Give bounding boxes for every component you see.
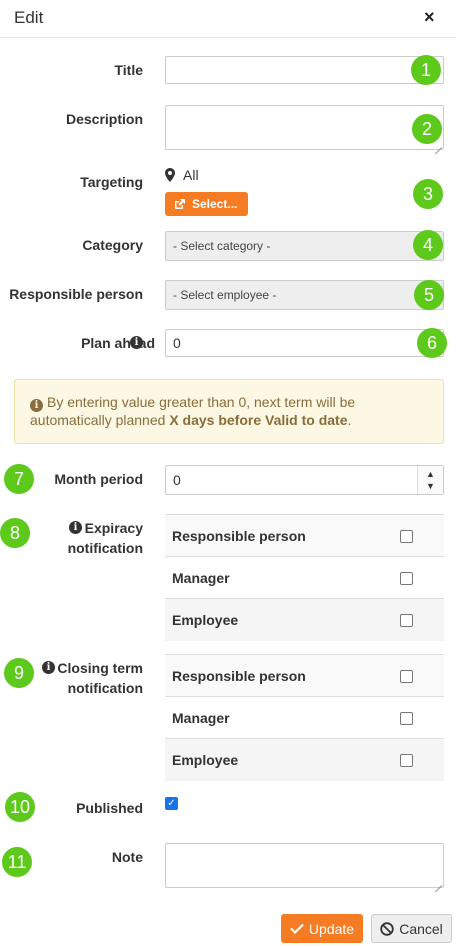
info-alert: i By entering value greater than 0, next … bbox=[14, 379, 444, 444]
targeting-value: All bbox=[165, 167, 199, 183]
responsible-select[interactable]: - Select employee - bbox=[165, 280, 444, 310]
targeting-select-button[interactable]: Select... bbox=[165, 192, 248, 216]
month-period-label: Month period bbox=[54, 471, 143, 487]
table-row: Responsible person bbox=[165, 655, 444, 697]
update-label: Update bbox=[308, 920, 355, 937]
alert-text-end: . bbox=[347, 412, 352, 428]
step-badge-10: 10 bbox=[5, 792, 35, 822]
close-icon[interactable]: × bbox=[424, 7, 435, 28]
title-label: Title bbox=[114, 62, 143, 78]
closing-manager-checkbox[interactable] bbox=[400, 712, 413, 725]
expiracy-label-line1: Expiracy bbox=[84, 520, 143, 536]
cancel-label: Cancel bbox=[399, 920, 443, 937]
expiracy-manager-checkbox[interactable] bbox=[400, 572, 413, 585]
row-label: Responsible person bbox=[172, 527, 306, 544]
published-checkbox[interactable]: ✓ bbox=[165, 797, 178, 810]
targeting-label: Targeting bbox=[80, 174, 143, 190]
table-row: Manager bbox=[165, 697, 444, 739]
row-label: Manager bbox=[172, 569, 230, 586]
expiracy-label-line2: notification bbox=[67, 540, 143, 556]
step-badge-1: 1 bbox=[411, 55, 441, 85]
description-label: Description bbox=[65, 111, 143, 127]
check-icon bbox=[290, 923, 304, 934]
description-textarea[interactable] bbox=[165, 105, 444, 150]
table-row: Manager bbox=[165, 557, 444, 599]
row-label: Employee bbox=[172, 752, 239, 768]
targeting-select-label: Select... bbox=[192, 197, 238, 211]
external-link-icon bbox=[175, 199, 185, 209]
number-spinner[interactable]: ▲ ▼ bbox=[417, 466, 443, 494]
expiracy-employee-checkbox[interactable] bbox=[400, 614, 413, 627]
cancel-button[interactable]: Cancel bbox=[371, 914, 452, 943]
alert-bold-text: X days before Valid to date bbox=[169, 412, 348, 428]
closing-responsible-checkbox[interactable] bbox=[400, 670, 413, 683]
responsible-label: Responsible person bbox=[9, 286, 143, 302]
closing-label-line1: Closing term bbox=[57, 660, 143, 676]
category-select[interactable]: - Select category - bbox=[165, 231, 444, 261]
step-badge-7: 7 bbox=[4, 464, 34, 494]
info-icon[interactable]: i bbox=[42, 661, 55, 674]
note-label: Note bbox=[111, 849, 143, 865]
update-button[interactable]: Update bbox=[281, 914, 363, 943]
table-row: Responsible person bbox=[165, 515, 444, 557]
expiracy-notification-table: Responsible person Manager Employee bbox=[165, 514, 444, 641]
month-period-input[interactable]: 0 ▲ ▼ bbox=[165, 465, 444, 495]
closing-notification-table: Responsible person Manager Employee bbox=[165, 654, 444, 781]
closing-label-line2: notification bbox=[67, 680, 143, 696]
step-badge-9: 9 bbox=[4, 658, 34, 688]
plan-ahead-input[interactable]: 0 bbox=[165, 329, 444, 357]
table-row: Employee bbox=[165, 739, 444, 781]
resize-handle-icon[interactable] bbox=[435, 879, 442, 886]
info-icon[interactable]: i bbox=[130, 336, 143, 349]
map-marker-icon bbox=[165, 168, 175, 182]
row-label: Manager bbox=[172, 709, 230, 726]
resize-handle-icon[interactable] bbox=[435, 141, 442, 148]
row-label: Employee bbox=[172, 612, 239, 628]
ban-icon bbox=[380, 921, 394, 936]
published-label: Published bbox=[76, 800, 143, 816]
info-icon[interactable]: i bbox=[69, 521, 82, 534]
note-textarea[interactable] bbox=[165, 843, 444, 888]
step-badge-5: 5 bbox=[414, 280, 444, 310]
month-period-value: 0 bbox=[173, 472, 181, 488]
step-badge-3: 3 bbox=[413, 179, 443, 209]
closing-employee-checkbox[interactable] bbox=[400, 754, 413, 767]
expiracy-responsible-checkbox[interactable] bbox=[400, 530, 413, 543]
step-badge-8: 8 bbox=[0, 518, 30, 548]
table-row: Employee bbox=[165, 599, 444, 641]
plan-ahead-label: Plan ahead bbox=[81, 335, 155, 351]
row-label: Responsible person bbox=[172, 667, 306, 684]
category-label: Category bbox=[82, 237, 143, 253]
step-badge-4: 4 bbox=[413, 230, 443, 260]
modal-header: Edit × bbox=[0, 0, 456, 38]
modal-title: Edit bbox=[14, 8, 44, 27]
spin-down-icon[interactable]: ▼ bbox=[426, 480, 435, 492]
step-badge-6: 6 bbox=[417, 328, 447, 358]
spin-up-icon[interactable]: ▲ bbox=[426, 468, 435, 480]
title-input[interactable] bbox=[165, 56, 444, 84]
step-badge-2: 2 bbox=[412, 114, 442, 144]
info-icon: i bbox=[30, 399, 43, 412]
targeting-text: All bbox=[183, 167, 199, 183]
step-badge-11: 11 bbox=[2, 847, 32, 877]
